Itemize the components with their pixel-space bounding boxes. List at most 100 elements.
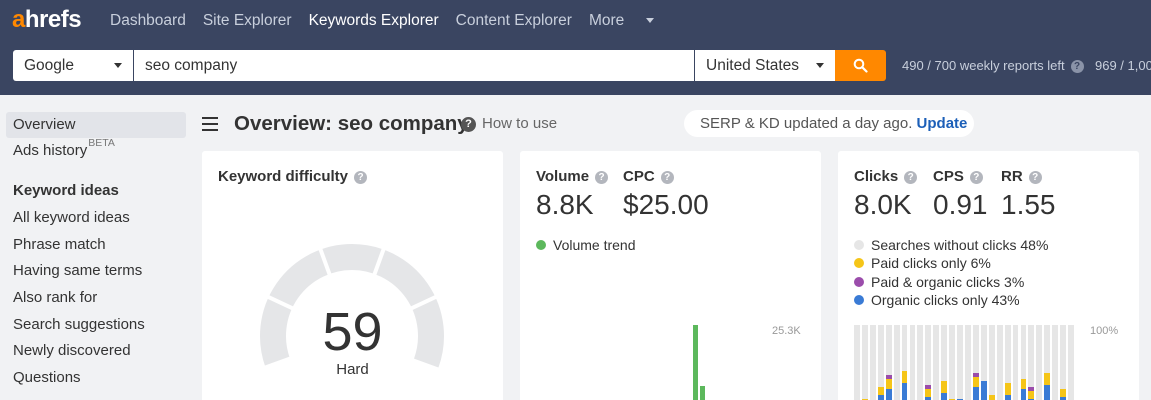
clicks-bar [925, 325, 932, 400]
clicks-bar [1044, 325, 1051, 400]
clicks-bar [1036, 325, 1043, 400]
clicks-bar [861, 325, 868, 400]
clicks-bar-organic [877, 395, 884, 400]
clicks-bar [1012, 325, 1019, 400]
clicks-bar-paid [1060, 389, 1067, 397]
sidebar-item-phrase-match[interactable]: Phrase match [13, 236, 106, 253]
clicks-legend-item: Paid & organic clicks 3% [854, 274, 1024, 290]
clicks-bar [1028, 325, 1035, 400]
clicks-bar [901, 325, 908, 400]
cps-label: CPS? [933, 168, 983, 185]
sidebar-item-newly-discovered[interactable]: Newly discovered [13, 342, 131, 359]
clicks-bar [941, 325, 948, 400]
clicks-bar-organic [1020, 389, 1027, 400]
legend-dot [854, 295, 864, 305]
nav-content-explorer[interactable]: Content Explorer [456, 12, 572, 30]
help-icon: ? [461, 117, 476, 132]
volume-axis-max: 25.3K [772, 325, 801, 337]
sidebar-item-search-suggestions[interactable]: Search suggestions [13, 316, 145, 333]
volume-label: Volume? [536, 168, 609, 185]
search-icon [853, 58, 868, 73]
cps-label-text: CPS [933, 168, 964, 185]
logo-text: hrefs [24, 6, 82, 33]
clicks-bar [988, 325, 995, 400]
legend-label: Searches without clicks 48% [871, 237, 1049, 253]
cpc-value: $25.00 [623, 189, 709, 220]
clicks-bar [909, 325, 916, 400]
nav-keywords-explorer[interactable]: Keywords Explorer [309, 12, 439, 30]
rr-label: RR? [1001, 168, 1042, 185]
clicks-bar [957, 325, 963, 400]
search-bar: Google United States 490 / 700 weekly re… [0, 42, 1151, 95]
clicks-bar-paid [901, 371, 908, 383]
clicks-bar-organic [901, 383, 908, 400]
help-icon[interactable]: ? [1070, 60, 1084, 74]
sidebar-section-keyword-ideas: Keyword ideas [13, 182, 119, 199]
kd-rating: Hard [336, 361, 369, 378]
clicks-bar [1004, 325, 1011, 400]
clicks-bar-organic [1004, 395, 1011, 400]
rr-label-text: RR [1001, 168, 1023, 185]
sidebar-item-ads-history[interactable]: Ads historyBETA [13, 137, 115, 159]
chevron-down-icon [114, 63, 122, 68]
clicks-bar-organic [885, 389, 892, 400]
clicks-bar [996, 325, 1003, 400]
top-navigation: ahrefs Dashboard Site Explorer Keywords … [0, 0, 1151, 42]
help-icon[interactable]: ? [969, 171, 983, 184]
ahrefs-logo[interactable]: ahrefs [12, 6, 82, 34]
clicks-bar [1068, 325, 1074, 400]
sidebar-item-having-same-terms[interactable]: Having same terms [13, 262, 142, 279]
legend-dot [854, 258, 864, 268]
clicks-legend-item: Organic clicks only 43% [854, 292, 1020, 308]
help-icon[interactable]: ? [595, 171, 609, 184]
clicks-bar [965, 325, 971, 400]
clicks-bar [893, 325, 900, 400]
clicks-bar-paid [972, 377, 979, 387]
menu-icon[interactable] [202, 117, 218, 135]
help-icon[interactable]: ? [1028, 171, 1042, 184]
clicks-bar [1020, 325, 1027, 400]
clicks-bar-paid-organic [1028, 387, 1035, 391]
search-engine-select[interactable]: Google [13, 50, 133, 81]
clicks-bar-organic [980, 381, 987, 400]
weekly-reports-text: 490 / 700 weekly reports left [902, 58, 1065, 73]
nav-site-explorer[interactable]: Site Explorer [203, 12, 292, 30]
sidebar-item-all-keyword-ideas[interactable]: All keyword ideas [13, 209, 130, 226]
keyword-input[interactable] [134, 50, 694, 81]
clicks-bar [877, 325, 884, 400]
sidebar-item-overview[interactable]: Overview [13, 116, 76, 133]
country-select[interactable]: United States [695, 50, 835, 81]
help-icon[interactable]: ? [660, 171, 674, 184]
how-to-use-label: How to use [482, 115, 558, 132]
clicks-bar-paid [1028, 391, 1035, 399]
clicks-axis-max: 100% [1090, 325, 1119, 337]
cpc-label: CPC? [623, 168, 674, 185]
clicks-bar [854, 325, 860, 400]
clicks-bar-organic [1044, 385, 1051, 400]
keyword-difficulty-card: Keyword difficulty? 59 Hard [202, 151, 503, 400]
nav-dashboard[interactable]: Dashboard [110, 12, 186, 30]
legend-label: Volume trend [553, 237, 636, 253]
sidebar-item-also-rank-for[interactable]: Also rank for [13, 289, 97, 306]
clicks-bar-paid-organic [925, 385, 932, 389]
volume-trend-legend: Volume trend [536, 237, 636, 253]
cps-value: 0.91 [933, 189, 988, 220]
how-to-use-link[interactable]: ? How to use [461, 115, 557, 132]
search-button[interactable] [835, 50, 886, 81]
kd-value: 59 [322, 302, 383, 362]
update-link[interactable]: Update [917, 115, 968, 132]
clicks-bar-chart [854, 325, 1076, 400]
legend-dot [854, 277, 864, 287]
rr-value: 1.55 [1001, 189, 1056, 220]
cpc-label-text: CPC [623, 168, 655, 185]
beta-badge: BETA [88, 137, 115, 149]
chevron-down-icon [646, 18, 655, 24]
clicks-bar [980, 325, 987, 400]
logo-letter-a: a [12, 6, 25, 33]
nav-more[interactable]: More [589, 12, 655, 30]
clicks-bar-paid [941, 381, 948, 393]
legend-label: Organic clicks only 43% [871, 292, 1020, 308]
sidebar-item-questions[interactable]: Questions [13, 369, 81, 386]
clicks-bar [1052, 325, 1059, 400]
help-icon[interactable]: ? [904, 171, 918, 184]
